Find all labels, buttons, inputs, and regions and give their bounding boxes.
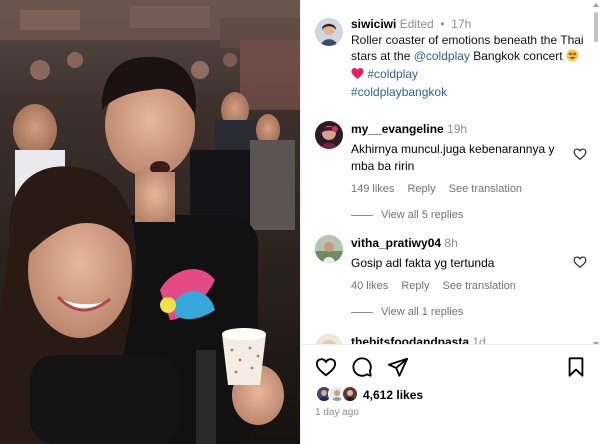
scrollbar-thumb[interactable] [594, 12, 598, 42]
commenter-avatar[interactable] [315, 334, 343, 344]
comments-scroll-area[interactable]: siwiciwi Edited • 17h Roller coaster of … [301, 0, 600, 344]
comment-likes[interactable]: 149 likes [351, 183, 394, 195]
commenter-avatar[interactable] [315, 235, 343, 263]
view-replies-button[interactable]: View all 1 replies [351, 306, 463, 318]
mention-link[interactable]: @coldplay [414, 49, 470, 63]
actions-divider [301, 344, 600, 345]
hashtag-coldplay[interactable]: #coldplay [367, 67, 418, 81]
reply-button[interactable]: Reply [407, 183, 435, 195]
comment-time[interactable]: 8h [444, 236, 457, 250]
author-avatar[interactable] [315, 18, 343, 46]
commenter-username[interactable]: my__evangeline [351, 122, 444, 136]
likes-count[interactable]: 4,612 likes [363, 388, 423, 402]
post-media[interactable] [0, 0, 300, 444]
scrollbar[interactable] [593, 3, 599, 344]
post-time[interactable]: 17h [451, 17, 471, 31]
bookmark-icon[interactable] [565, 356, 587, 378]
concert-photo [0, 0, 300, 444]
liker-avatar[interactable] [341, 385, 359, 403]
commenter-avatar[interactable] [315, 121, 343, 149]
scroll-up-arrow[interactable] [593, 3, 599, 7]
posted-time[interactable]: 1 day ago [315, 407, 359, 418]
comment-like-icon[interactable] [573, 255, 587, 269]
comment-time[interactable]: 19h [447, 122, 467, 136]
hashtag-coldplaybangkok[interactable]: #coldplaybangkok [351, 85, 447, 99]
smiling-face-with-heart-eyes-icon [566, 49, 579, 66]
comment-text: Gosip adl fakta yg tertunda [351, 256, 495, 270]
share-icon[interactable] [387, 356, 409, 378]
comment-icon[interactable] [351, 356, 373, 378]
commenter-username[interactable]: thebitsfoodandpasta [351, 335, 469, 344]
reply-button[interactable]: Reply [401, 280, 429, 292]
see-translation-link[interactable]: See translation [449, 183, 522, 195]
comment-like-icon[interactable] [573, 147, 587, 161]
comment-time[interactable]: 1d [472, 335, 485, 344]
comment-item: vitha_pratiwy04 8h Gosip adl fakta yg te… [315, 235, 587, 318]
comment-likes[interactable]: 40 likes [351, 280, 388, 292]
heart-icon[interactable] [315, 356, 337, 378]
post-caption: siwiciwi Edited • 17h Roller coaster of … [315, 16, 587, 100]
see-translation-link[interactable]: See translation [443, 280, 516, 292]
comment-item: thebitsfoodandpasta 1d [315, 334, 587, 344]
post-panel: siwiciwi Edited • 17h Roller coaster of … [300, 0, 600, 444]
comment-text: Akhirnya muncul.juga kebenarannya y mba … [351, 142, 555, 173]
author-username[interactable]: siwiciwi [351, 17, 396, 31]
caption-text-2: Bangkok concert [469, 49, 566, 63]
red-heart-icon [351, 67, 364, 84]
view-replies-button[interactable]: View all 5 replies [351, 209, 463, 221]
commenter-username[interactable]: vitha_pratiwy04 [351, 236, 441, 250]
edited-label: Edited [399, 17, 434, 31]
comment-item: my__evangeline 19h Akhirnya muncul.juga … [315, 121, 587, 221]
